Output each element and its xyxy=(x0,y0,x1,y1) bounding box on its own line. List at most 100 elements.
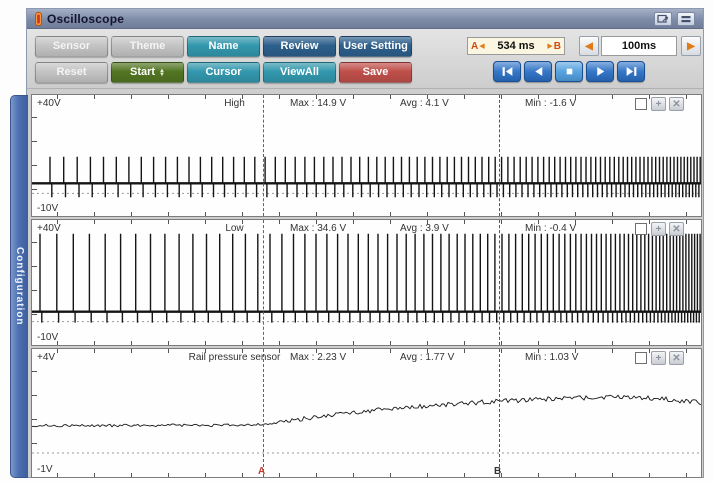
app-icon xyxy=(34,12,43,26)
time-tick xyxy=(686,95,687,99)
cursor-button[interactable]: Cursor xyxy=(187,62,260,83)
playback-controls xyxy=(493,61,645,82)
time-tick xyxy=(131,473,132,477)
play-button[interactable] xyxy=(586,61,614,82)
name-button[interactable]: Name xyxy=(187,36,260,57)
time-tick xyxy=(464,220,465,224)
time-tick xyxy=(390,212,391,216)
time-tick xyxy=(649,212,650,216)
waveform-plot xyxy=(32,95,702,217)
avg-value: Avg : 4.1 V xyxy=(400,98,449,109)
cursor-b-label: B xyxy=(494,466,501,477)
skip-end-button[interactable] xyxy=(617,61,645,82)
channel-select-checkbox[interactable] xyxy=(635,223,647,235)
time-tick xyxy=(94,349,95,353)
channel-select-checkbox[interactable] xyxy=(635,352,647,364)
time-tick xyxy=(316,473,317,477)
theme-button[interactable]: Theme xyxy=(111,36,184,57)
step-back-button[interactable] xyxy=(524,61,552,82)
save-button[interactable]: Save xyxy=(339,62,412,83)
voltage-tick xyxy=(32,371,37,372)
time-tick xyxy=(464,95,465,99)
voltage-tick xyxy=(32,443,37,444)
cursor-b-line[interactable] xyxy=(499,220,500,345)
review-button[interactable]: Review xyxy=(263,36,336,57)
user-setting-button[interactable]: User Setting xyxy=(339,36,412,57)
start-button[interactable]: Start ▲▼ xyxy=(111,62,184,83)
channel-select-checkbox[interactable] xyxy=(635,98,647,110)
time-tick xyxy=(94,95,95,99)
cursor-b-label: B xyxy=(554,41,561,52)
channel-name: Low xyxy=(162,223,307,234)
cursor-b-line[interactable] xyxy=(499,349,500,477)
time-tick xyxy=(57,349,58,353)
time-tick xyxy=(205,212,206,216)
skip-start-button[interactable] xyxy=(493,61,521,82)
time-tick xyxy=(501,95,502,99)
step-back-icon xyxy=(532,65,545,78)
time-tick xyxy=(612,95,613,99)
voltage-tick xyxy=(32,290,37,291)
time-tick xyxy=(686,473,687,477)
cursor-b-line[interactable] xyxy=(499,95,500,216)
time-tick xyxy=(390,220,391,224)
waveform-area: +40VHighMax : 14.9 VAvg : 4.1 VMin : -1.… xyxy=(27,89,703,477)
time-tick xyxy=(390,473,391,477)
channel-close-button[interactable]: ✕ xyxy=(669,97,684,111)
channel-zoom-button[interactable]: + xyxy=(651,222,666,236)
time-tick xyxy=(464,212,465,216)
time-tick xyxy=(612,212,613,216)
min-value: Min : -0.4 V xyxy=(525,223,576,234)
button-label: Cursor xyxy=(205,63,241,82)
cursor-a-line[interactable] xyxy=(263,95,264,216)
voltage-tick xyxy=(32,266,37,267)
time-tick xyxy=(131,349,132,353)
up-down-spinner-icon: ▲▼ xyxy=(159,69,165,77)
time-tick xyxy=(575,341,576,345)
max-value: Max : 34.6 V xyxy=(290,223,346,234)
time-tick xyxy=(279,212,280,216)
sensor-button[interactable]: Sensor xyxy=(35,36,108,57)
channel-close-button[interactable]: ✕ xyxy=(669,351,684,365)
time-tick xyxy=(686,212,687,216)
channel-zoom-button[interactable]: + xyxy=(651,351,666,365)
timebase-decrease-button[interactable]: ◀ xyxy=(579,36,599,56)
timebase-increase-button[interactable]: ▶ xyxy=(681,36,701,56)
avg-value: Avg : 1.77 V xyxy=(400,352,454,363)
cursor-a-line[interactable] xyxy=(263,220,264,345)
time-tick xyxy=(94,473,95,477)
channel-close-button[interactable]: ✕ xyxy=(669,222,684,236)
window-arrow-icon xyxy=(657,14,669,24)
window-buttons xyxy=(654,12,699,26)
time-tick xyxy=(686,349,687,353)
time-tick xyxy=(279,473,280,477)
button-label: Name xyxy=(209,37,239,56)
button-label: Start xyxy=(130,63,155,82)
cursor-a-label: A xyxy=(471,41,478,52)
stop-button[interactable] xyxy=(555,61,583,82)
time-tick xyxy=(242,212,243,216)
button-label: User Setting xyxy=(343,37,408,56)
time-tick xyxy=(168,473,169,477)
time-tick xyxy=(57,473,58,477)
collapse-window-button[interactable] xyxy=(677,12,695,26)
configuration-tab[interactable]: Configuration xyxy=(10,95,28,478)
max-value: Max : 2.23 V xyxy=(290,352,346,363)
detach-window-button[interactable] xyxy=(654,12,672,26)
scale-bottom-label: -10V xyxy=(37,332,58,343)
oscilloscope-window: Oscilloscope SensorThemeNameReviewUser S… xyxy=(26,8,704,478)
channel-zoom-button[interactable]: + xyxy=(651,97,666,111)
reset-button[interactable]: Reset xyxy=(35,62,108,83)
time-tick xyxy=(501,341,502,345)
timebase-value: 100ms xyxy=(601,36,677,56)
time-tick xyxy=(242,473,243,477)
viewall-button[interactable]: ViewAll xyxy=(263,62,336,83)
time-tick xyxy=(427,212,428,216)
scale-bottom-label: -1V xyxy=(37,464,53,475)
time-tick xyxy=(131,212,132,216)
skip-start-icon xyxy=(501,65,514,78)
cursor-a-line[interactable] xyxy=(263,349,264,477)
time-tick xyxy=(205,341,206,345)
skip-end-icon xyxy=(625,65,638,78)
time-tick xyxy=(353,220,354,224)
